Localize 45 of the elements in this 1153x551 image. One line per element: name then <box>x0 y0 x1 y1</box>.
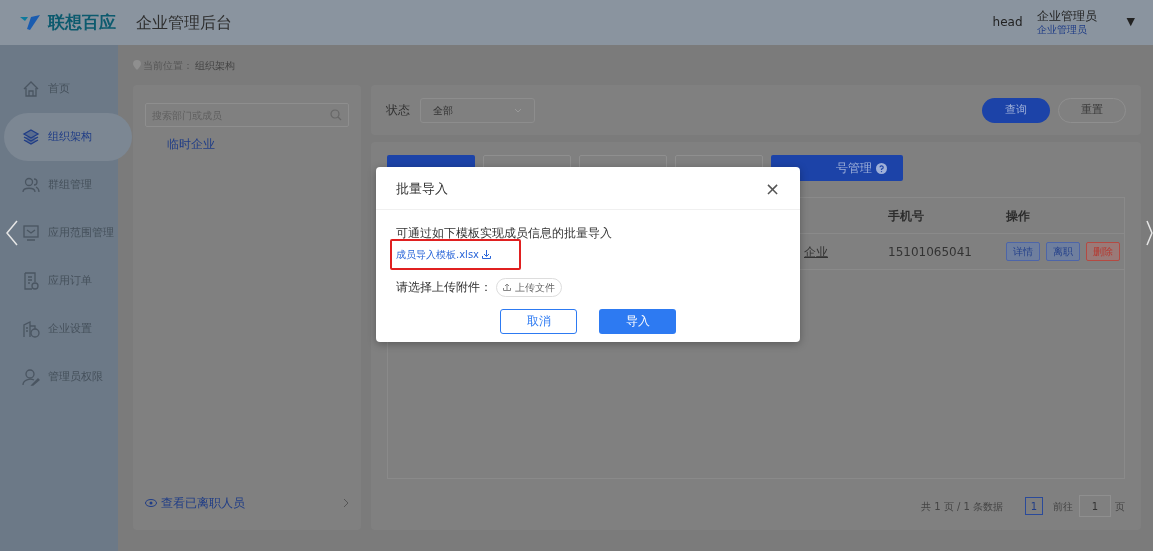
upload-button[interactable]: 上传文件 <box>496 277 562 297</box>
home-icon <box>22 80 40 98</box>
dialog-button[interactable]: 导入 <box>599 308 676 334</box>
monitor-icon <box>22 224 40 242</box>
table-cell: 企业 <box>804 244 828 259</box>
upload-icon <box>503 283 511 291</box>
status-select[interactable]: 全部 <box>420 97 535 123</box>
layers-icon <box>22 128 40 146</box>
table-cell-text: 15101065041 <box>888 243 973 261</box>
tree-node[interactable]: 临时企业 <box>167 135 349 153</box>
action-button[interactable]: 离职 <box>1046 242 1080 261</box>
logo-icon <box>18 13 42 32</box>
search-icon <box>330 109 342 121</box>
avatar-alt-text: head <box>992 14 1023 32</box>
dialog-button[interactable]: 取消 <box>500 308 577 334</box>
template-download-link[interactable]: 成员导入模板.xlsx <box>396 246 491 262</box>
document-icon <box>22 272 40 290</box>
sidebar-item[interactable]: 组织架构 <box>4 113 132 161</box>
filter-label: 状态 <box>386 102 410 119</box>
upload-label: 请选择上传附件： <box>396 279 492 296</box>
dialog-title: 批量导入 <box>396 180 448 198</box>
column-header: 手机号 <box>888 207 925 225</box>
group-icon <box>22 176 40 194</box>
chevron-left-icon[interactable] <box>6 220 18 246</box>
brand-name: 联想百应 <box>48 10 116 34</box>
download-icon <box>482 249 491 259</box>
resigned-members-link[interactable]: 查看已离职人员 <box>161 494 245 512</box>
chevron-right-icon[interactable] <box>343 498 349 508</box>
app-title: 企业管理后台 <box>136 11 232 34</box>
action-button[interactable]: 详情 <box>1006 242 1040 261</box>
page-input[interactable]: 1 <box>1079 495 1111 517</box>
menu-caret[interactable]: ▼ <box>1126 14 1135 31</box>
close-button[interactable]: × <box>764 179 780 198</box>
building-icon <box>22 320 40 338</box>
user-name: 企业管理员 <box>1036 9 1097 24</box>
action-button[interactable]: 删除 <box>1086 242 1120 261</box>
dialog-description: 可通过如下模板实现成员信息的批量导入 <box>396 224 613 242</box>
chevron-down-icon <box>514 107 522 113</box>
user-role: 企业管理员 <box>1036 23 1088 36</box>
filter-button[interactable]: 查询 <box>982 97 1050 123</box>
page-button[interactable]: 1 <box>1025 497 1043 515</box>
user-edit-icon <box>22 368 40 386</box>
filter-button[interactable]: 重置 <box>1058 97 1126 123</box>
column-header: 操作 <box>1006 207 1030 225</box>
eye-icon <box>145 499 157 507</box>
